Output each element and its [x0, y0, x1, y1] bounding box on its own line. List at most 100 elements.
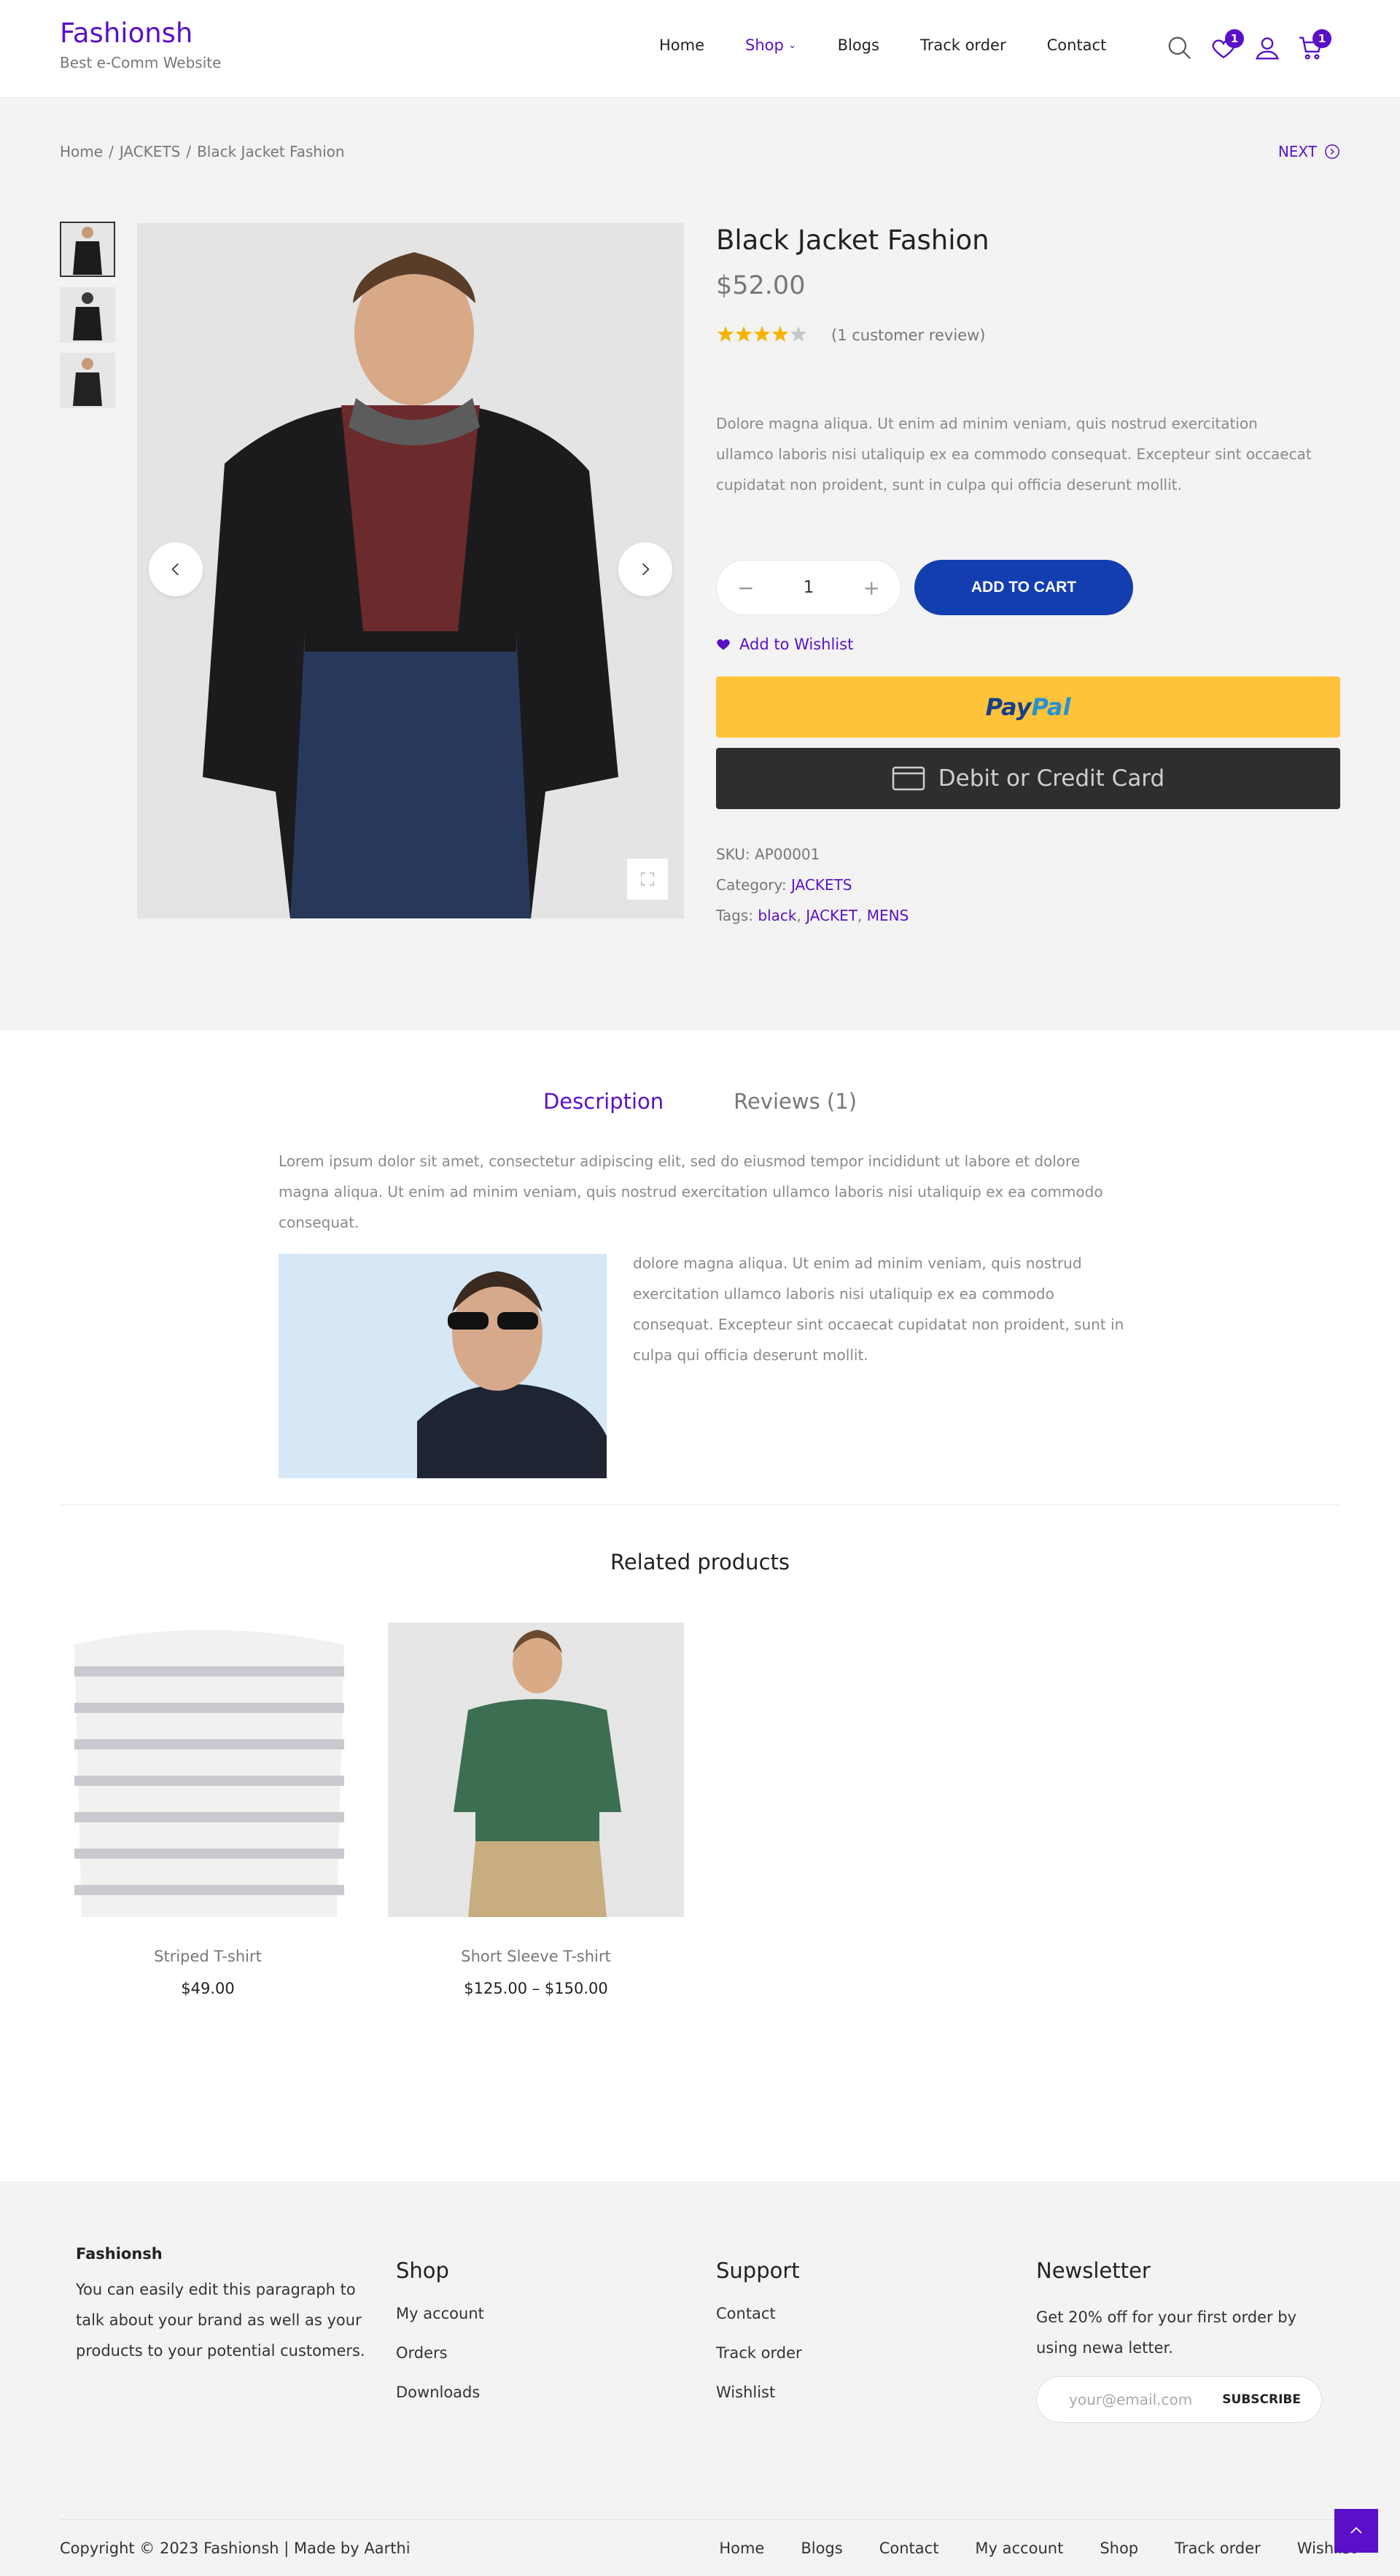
category-link[interactable]: JACKETS [791, 876, 852, 894]
thumbnail-3[interactable] [60, 353, 115, 408]
thumbnail-list [60, 222, 115, 418]
product-main-image [137, 223, 684, 918]
nav-track-order[interactable]: Track order [920, 36, 1006, 54]
site-tagline: Best e-Comm Website [60, 54, 222, 71]
product-price: $52.00 [716, 271, 806, 300]
star-icon [790, 326, 807, 342]
tab-description[interactable]: Description [543, 1089, 664, 1114]
thumbnail-1[interactable] [60, 222, 115, 277]
tag-link[interactable]: JACKET [806, 907, 858, 924]
description-paragraph: dolore magna aliqua. Ut enim ad minim ve… [633, 1254, 1124, 1364]
related-product-card[interactable]: Striped T-shirt $49.00 [60, 1623, 356, 1997]
wishlist-count-badge: 1 [1225, 29, 1244, 48]
minus-icon[interactable]: − [737, 576, 754, 600]
star-icon [771, 326, 789, 342]
footer-brand: Fashionsh [76, 2245, 163, 2263]
star-rating [716, 325, 811, 344]
nav-shop[interactable]: Shop ⌄ [745, 36, 797, 54]
wishlist-heart-icon[interactable]: 1 [1208, 29, 1244, 64]
footer-link-my-account[interactable]: My account [396, 2305, 484, 2322]
copyright-text: Copyright © 2023 Fashionsh | Made by Aar… [60, 2540, 411, 2557]
tags-label: Tags: [716, 907, 754, 924]
newsletter-form: your@email.com SUBSCRIBE [1036, 2376, 1322, 2423]
footer-nav-blogs[interactable]: Blogs [801, 2540, 842, 2557]
product-title: Black Jacket Fashion [716, 225, 989, 256]
newsletter-text: Get 20% off for your first order by usin… [1036, 2308, 1297, 2357]
quantity-stepper[interactable]: − 1 + [716, 560, 901, 615]
footer-nav-track-order[interactable]: Track order [1175, 2540, 1261, 2557]
tag-link[interactable]: black [758, 907, 796, 924]
description-image [279, 1254, 607, 1478]
related-product-name[interactable]: Short Sleeve T-shirt [388, 1948, 684, 1965]
paypal-button[interactable]: Pay Pal [716, 676, 1340, 738]
tab-reviews[interactable]: Reviews (1) [734, 1089, 857, 1114]
footer-nav-home[interactable]: Home [719, 2540, 764, 2557]
breadcrumb-category[interactable]: JACKETS [120, 143, 181, 160]
plus-icon[interactable]: + [863, 576, 880, 600]
breadcrumb-separator: / [186, 143, 192, 160]
related-product-price: $49.00 [181, 1980, 235, 1997]
heart-icon [717, 639, 730, 650]
add-to-cart-button[interactable]: ADD TO CART [914, 560, 1133, 615]
site-logo[interactable]: Fashionsh [60, 17, 192, 49]
description-paragraph: Lorem ipsum dolor sit amet, consectetur … [279, 1152, 1103, 1231]
star-icon [753, 326, 771, 342]
footer-nav-my-account[interactable]: My account [975, 2540, 1063, 2557]
chevron-up-icon [1350, 2526, 1362, 2534]
credit-card-icon [892, 766, 925, 791]
card-button-label: Debit or Credit Card [938, 765, 1165, 792]
nav-home[interactable]: Home [659, 36, 704, 54]
search-icon[interactable] [1164, 32, 1196, 64]
nav-blogs[interactable]: Blogs [838, 36, 879, 54]
tag-link[interactable]: MENS [867, 907, 909, 924]
main-nav: Home Shop ⌄ Blogs Track order Contact [659, 36, 1147, 54]
sku-label: SKU: [716, 846, 750, 863]
nav-contact[interactable]: Contact [1047, 36, 1107, 54]
next-image-button[interactable] [618, 542, 672, 596]
footer-link-contact[interactable]: Contact [716, 2305, 802, 2322]
section-divider [60, 1504, 1340, 1505]
next-product-link[interactable]: NEXT [1278, 143, 1340, 160]
expand-image-button[interactable] [627, 859, 668, 899]
quantity-value[interactable]: 1 [804, 578, 814, 597]
subscribe-button[interactable]: SUBSCRIBE [1222, 2392, 1301, 2407]
star-icon [735, 326, 752, 342]
related-product-card[interactable]: Short Sleeve T-shirt $125.00 – $150.00 [388, 1623, 684, 1997]
nav-shop-label: Shop [745, 36, 784, 54]
footer-link-track-order[interactable]: Track order [716, 2344, 802, 2362]
thumbnail-2[interactable] [60, 287, 115, 343]
footer-link-orders[interactable]: Orders [396, 2344, 484, 2362]
product-tags: Tags: black, JACKET, MENS [716, 907, 909, 924]
breadcrumb-home[interactable]: Home [60, 143, 103, 160]
add-to-wishlist-link[interactable]: Add to Wishlist [716, 636, 853, 653]
customer-review-link[interactable]: (1 customer review) [831, 327, 985, 344]
footer-newsletter-column: Newsletter Get 20% off for your first or… [1036, 2245, 1328, 2423]
scroll-to-top-button[interactable] [1334, 2509, 1378, 2553]
user-account-icon[interactable] [1251, 32, 1283, 64]
footer-newsletter-title: Newsletter [1036, 2258, 1151, 2283]
chevron-down-icon: ⌄ [788, 39, 797, 51]
product-sku: SKU: AP00001 [716, 846, 820, 863]
footer-link-downloads[interactable]: Downloads [396, 2384, 484, 2401]
related-product-image[interactable] [60, 1623, 356, 1917]
chevron-left-icon [171, 563, 179, 576]
chevron-right-icon [642, 563, 650, 576]
footer-nav-contact[interactable]: Contact [879, 2540, 939, 2557]
breadcrumb-separator: / [109, 143, 114, 160]
cart-icon[interactable]: 1 [1295, 29, 1331, 64]
newsletter-email-input[interactable]: your@email.com [1069, 2391, 1192, 2408]
related-product-name[interactable]: Striped T-shirt [60, 1948, 356, 1965]
debit-credit-card-button[interactable]: Debit or Credit Card [716, 748, 1340, 809]
expand-icon [641, 873, 654, 886]
chevron-right-circle-icon [1325, 144, 1339, 159]
category-label: Category: [716, 876, 787, 894]
footer-nav-shop[interactable]: Shop [1100, 2540, 1138, 2557]
related-product-image[interactable] [388, 1623, 684, 1917]
footer-shop-column: Shop My account Orders Downloads [396, 2245, 484, 2401]
footer-link-wishlist[interactable]: Wishlist [716, 2384, 802, 2401]
sku-value: AP00001 [755, 846, 820, 863]
next-label: NEXT [1278, 143, 1317, 160]
prev-image-button[interactable] [149, 542, 203, 596]
add-to-wishlist-label: Add to Wishlist [739, 636, 854, 653]
site-header: Fashionsh Best e-Comm Website Home Shop ⌄… [0, 0, 1400, 98]
